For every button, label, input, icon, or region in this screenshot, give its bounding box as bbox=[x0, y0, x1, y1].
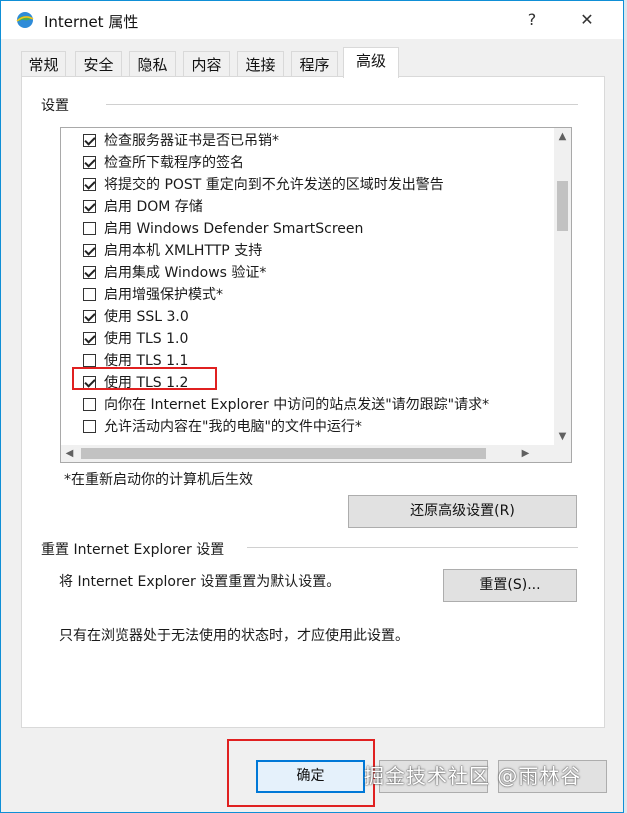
tab-security[interactable]: 安全 bbox=[75, 51, 122, 77]
scroll-down-icon[interactable]: ▼ bbox=[554, 428, 571, 445]
setting-item[interactable]: 使用 SSL 3.0 bbox=[83, 306, 189, 328]
setting-item[interactable]: 将提交的 POST 重定向到不允许发送的区域时发出警告 bbox=[83, 174, 444, 196]
reset-warning: 只有在浏览器处于无法使用的状态时，才应使用此设置。 bbox=[59, 628, 409, 644]
scrollbar-corner bbox=[554, 445, 571, 462]
setting-item[interactable]: 检查所下载程序的签名 bbox=[83, 152, 244, 174]
checkbox[interactable] bbox=[83, 200, 96, 213]
tab-content[interactable]: 内容 bbox=[183, 51, 230, 77]
horizontal-scrollbar[interactable]: ◀ ▶ bbox=[61, 445, 554, 462]
settings-group-label: 设置 bbox=[41, 95, 75, 115]
setting-item[interactable]: 启用集成 Windows 验证* bbox=[83, 262, 266, 284]
tab-advanced[interactable]: 高级 bbox=[343, 47, 399, 78]
checkbox[interactable] bbox=[83, 244, 96, 257]
setting-item[interactable]: 允许活动内容在"我的电脑"的文件中运行* bbox=[83, 416, 362, 438]
checkbox[interactable] bbox=[83, 354, 96, 367]
tab-privacy[interactable]: 隐私 bbox=[129, 51, 176, 77]
checkbox[interactable] bbox=[83, 376, 96, 389]
checkbox[interactable] bbox=[83, 156, 96, 169]
setting-item[interactable]: 启用 Windows Defender SmartScreen bbox=[83, 218, 363, 240]
tab-programs[interactable]: 程序 bbox=[291, 51, 338, 77]
settings-list[interactable]: 检查服务器证书是否已吊销* 检查所下载程序的签名 将提交的 POST 重定向到不… bbox=[60, 127, 572, 463]
restore-advanced-settings-button[interactable]: 还原高级设置(R) bbox=[348, 495, 577, 528]
scroll-up-icon[interactable]: ▲ bbox=[554, 128, 571, 145]
checkbox[interactable] bbox=[83, 398, 96, 411]
checkbox[interactable] bbox=[83, 288, 96, 301]
ok-button[interactable]: 确定 bbox=[256, 760, 365, 793]
reset-divider bbox=[247, 547, 578, 548]
horizontal-scroll-thumb[interactable] bbox=[81, 448, 486, 459]
reset-button[interactable]: 重置(S)... bbox=[443, 569, 577, 602]
title-bar[interactable]: Internet 属性 ? ✕ bbox=[1, 1, 623, 39]
checkbox[interactable] bbox=[83, 266, 96, 279]
checkbox[interactable] bbox=[83, 310, 96, 323]
restart-note: *在重新启动你的计算机后生效 bbox=[64, 472, 253, 488]
setting-item[interactable]: 使用 TLS 1.0 bbox=[83, 328, 188, 350]
setting-item-tls12[interactable]: 使用 TLS 1.2 bbox=[83, 372, 188, 394]
vertical-scroll-thumb[interactable] bbox=[557, 181, 568, 231]
checkbox[interactable] bbox=[83, 420, 96, 433]
vertical-scrollbar[interactable]: ▲ ▼ bbox=[554, 128, 571, 445]
reset-description: 将 Internet Explorer 设置重置为默认设置。 bbox=[59, 574, 341, 590]
checkbox[interactable] bbox=[83, 134, 96, 147]
tab-general[interactable]: 常规 bbox=[21, 51, 66, 77]
setting-item[interactable]: 向你在 Internet Explorer 中访问的站点发送"请勿跟踪"请求* bbox=[83, 394, 489, 416]
checkbox[interactable] bbox=[83, 332, 96, 345]
checkbox[interactable] bbox=[83, 178, 96, 191]
scroll-right-icon[interactable]: ▶ bbox=[517, 445, 534, 462]
close-button[interactable]: ✕ bbox=[567, 5, 607, 35]
setting-item[interactable]: 使用 TLS 1.1 bbox=[83, 350, 188, 372]
settings-divider bbox=[106, 104, 578, 105]
setting-item[interactable]: 启用 DOM 存储 bbox=[83, 196, 203, 218]
setting-item[interactable]: 检查服务器证书是否已吊销* bbox=[83, 130, 279, 152]
watermark: 掘金技术社区 @雨林谷 bbox=[364, 764, 582, 788]
help-button[interactable]: ? bbox=[512, 5, 552, 35]
reset-group-label: 重置 Internet Explorer 设置 bbox=[41, 539, 231, 559]
window-title: Internet 属性 bbox=[44, 13, 139, 31]
checkbox[interactable] bbox=[83, 222, 96, 235]
tab-connections[interactable]: 连接 bbox=[237, 51, 284, 77]
setting-item[interactable]: 启用本机 XMLHTTP 支持 bbox=[83, 240, 262, 262]
internet-properties-dialog: Internet 属性 ? ✕ 常规 安全 隐私 内容 连接 程序 高级 设置 … bbox=[0, 0, 624, 813]
advanced-tab-panel: 设置 检查服务器证书是否已吊销* 检查所下载程序的签名 将提交的 POST 重定… bbox=[21, 76, 605, 728]
setting-item[interactable]: 启用增强保护模式* bbox=[83, 284, 223, 306]
scroll-left-icon[interactable]: ◀ bbox=[61, 445, 78, 462]
internet-globe-icon bbox=[16, 12, 34, 28]
